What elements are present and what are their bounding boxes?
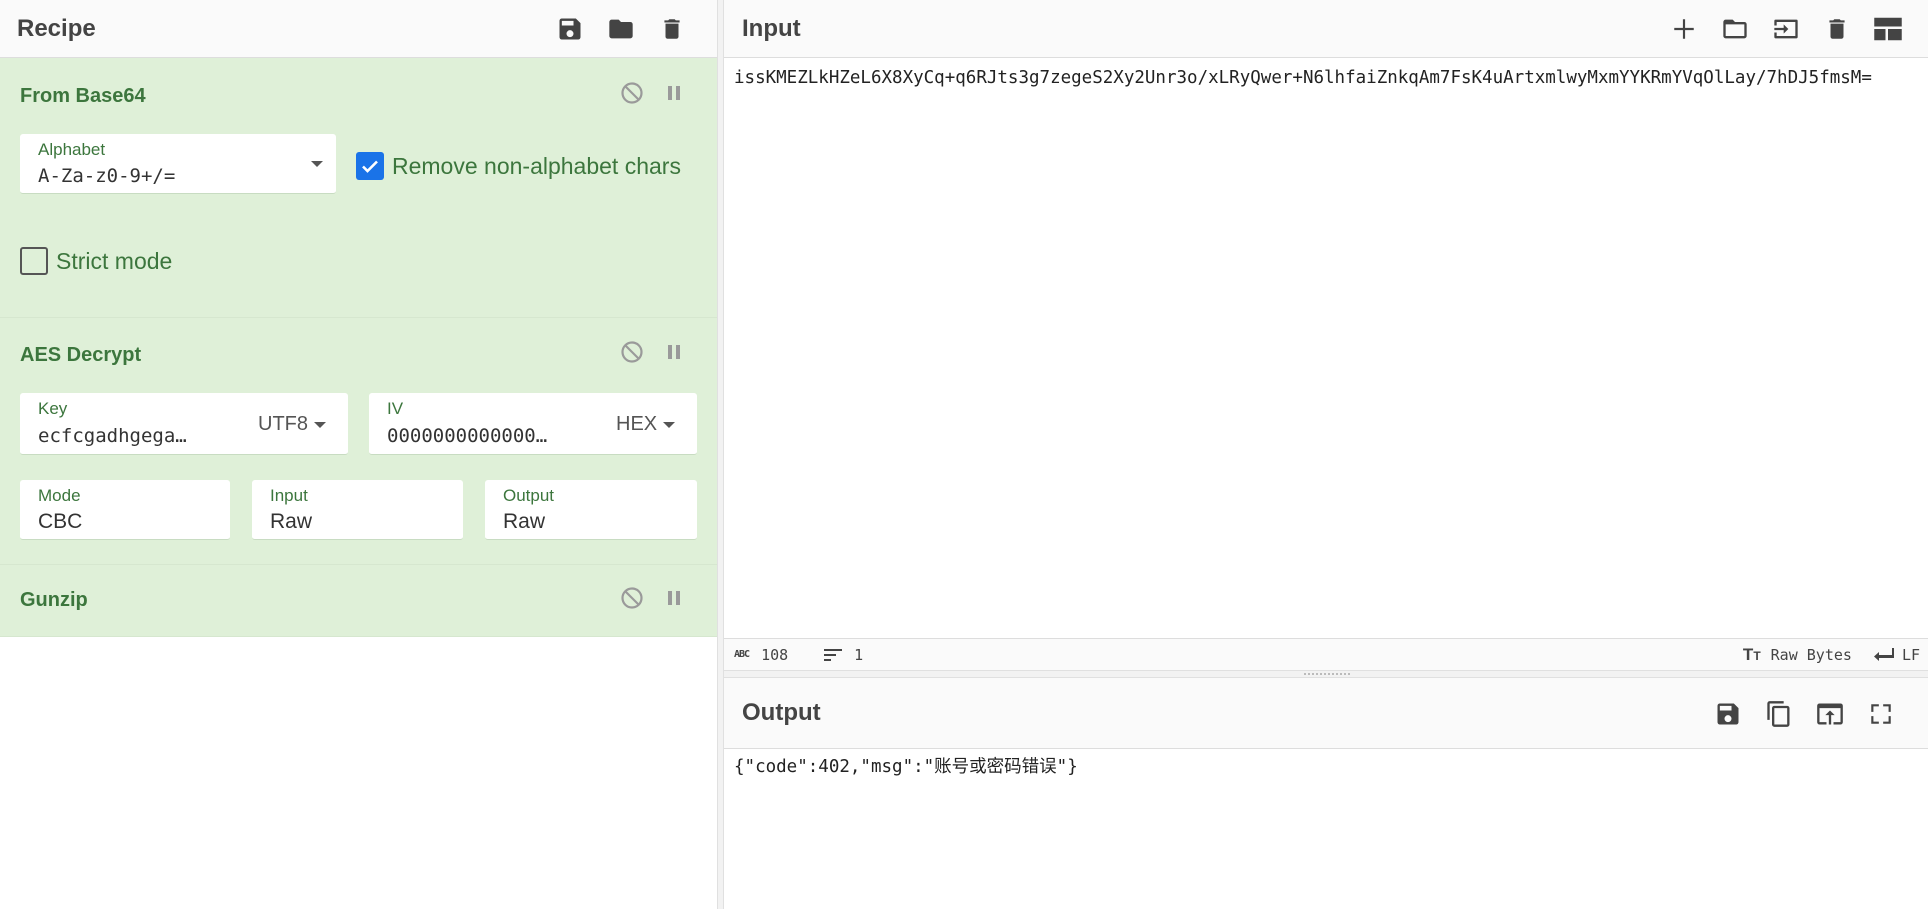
alphabet-value: A-Za-z0-9+/= [38,165,176,187]
disable-icon[interactable] [617,583,647,613]
eol-value: LF [1901,645,1920,664]
maximize-icon[interactable] [1863,696,1899,732]
input-textarea[interactable]: issKMEZLkHZeL6X8XyCq+q6RJts3g7zegeS2Xy2U… [724,63,1928,635]
trash-icon[interactable] [1819,11,1855,47]
chevron-down-icon [314,421,326,428]
input-pane: Input issKMEZLkHZeL6X8XyCq+q6RJts3g7zege… [724,0,1928,638]
checkbox-checked-icon [356,152,384,180]
output-format-select[interactable]: Output Raw [485,480,697,540]
input-format-value: Raw [270,510,313,533]
recipe-toolbar [552,0,690,58]
copy-icon[interactable] [1761,696,1797,732]
input-status-bar: ABC 108 1 TT Raw Bytes LF [724,638,1928,670]
output-format-label: Output [503,486,555,505]
operation-gunzip: Gunzip [0,565,717,637]
disable-icon[interactable] [617,78,647,108]
operation-title: From Base64 [20,85,146,107]
recipe-pane: Recipe From Base64 Alphabet A-Za-z0-9+/=… [0,0,717,909]
save-icon[interactable] [1710,696,1746,732]
input-format-label: Input [270,486,308,505]
output-format-value: Raw [503,510,546,533]
iv-encoding-value: HEX [616,413,658,435]
mode-select[interactable]: Mode CBC [20,480,230,540]
lines-icon [824,648,843,661]
replace-input-icon[interactable] [1812,696,1848,732]
folder-icon[interactable] [1717,11,1753,47]
chevron-down-icon [311,161,323,167]
output-header: Output [724,678,1928,749]
strict-mode-checkbox[interactable]: Strict mode [20,247,172,275]
key-encoding-dropdown[interactable]: UTF8 [258,413,326,436]
text-size-icon: TT [1742,644,1761,664]
remove-non-alphabet-label: Remove non-alphabet chars [392,152,681,179]
chevron-down-icon [663,421,676,428]
length-value: 108 [761,645,789,664]
layout-icon[interactable] [1870,11,1906,47]
output-pane: Output {"code":402,"msg":"账号或密码错误"} [724,678,1928,909]
iv-label: IV [387,399,404,418]
abc-icon: ABC [734,649,750,660]
plus-icon[interactable] [1666,11,1702,47]
return-icon [1873,647,1894,661]
cyberchef-app: Recipe From Base64 Alphabet A-Za-z0-9+/=… [0,0,1928,909]
checkbox-unchecked-icon [20,247,48,275]
operation-title: AES Decrypt [20,344,142,366]
breakpoint-icon[interactable] [659,337,689,367]
trash-icon[interactable] [654,11,690,47]
recipe-title: Recipe [17,14,96,42]
operation-title: Gunzip [20,589,88,611]
strict-mode-label: Strict mode [56,247,173,274]
input-toolbar [1666,0,1906,58]
key-encoding-value: UTF8 [258,413,308,435]
output-textarea[interactable]: {"code":402,"msg":"账号或密码错误"} [724,752,1928,902]
input-format-select[interactable]: Input Raw [252,480,463,540]
lines-indicator: 1 [824,646,863,664]
input-title: Input [742,14,801,42]
input-header: Input [724,0,1928,58]
alphabet-label: Alphabet [38,140,106,159]
splitter-grip [1304,673,1350,676]
operation-from-base64: From Base64 Alphabet A-Za-z0-9+/= Remove… [0,58,717,318]
iv-field[interactable]: IV 0000000000000… HEX [369,393,697,455]
io-splitter-wrap [724,670,1928,678]
lines-value: 1 [854,645,864,664]
iv-encoding-dropdown[interactable]: HEX [616,413,676,436]
key-value: ecfcgadhgega… [38,425,187,447]
output-toolbar [1710,678,1899,749]
folder-open-icon[interactable] [603,11,639,47]
disable-icon[interactable] [617,337,647,367]
horizontal-splitter[interactable] [724,670,1928,678]
key-label: Key [38,399,68,418]
vertical-splitter[interactable] [717,0,724,909]
breakpoint-icon[interactable] [659,78,689,108]
save-icon[interactable] [552,11,588,47]
encoding-value: Raw Bytes [1770,645,1852,664]
output-title: Output [742,699,821,726]
input-status-bar-wrap: ABC 108 1 TT Raw Bytes LF [724,638,1928,670]
eol-indicator[interactable]: LF [1873,645,1920,664]
recipe-header: Recipe [0,0,717,58]
alphabet-select[interactable]: Alphabet A-Za-z0-9+/= [20,134,336,194]
remove-non-alphabet-checkbox[interactable]: Remove non-alphabet chars [356,152,681,180]
mode-label: Mode [38,486,81,505]
operation-aes-decrypt: AES Decrypt Key ecfcgadhgega… UTF8 IV 00… [0,318,717,565]
encoding-indicator[interactable]: TT Raw Bytes [1743,645,1852,665]
mode-value: CBC [38,510,83,533]
length-indicator: ABC 108 [734,646,788,664]
breakpoint-icon[interactable] [659,583,689,613]
iv-value: 0000000000000… [387,425,548,447]
key-field[interactable]: Key ecfcgadhgega… UTF8 [20,393,348,455]
sign-in-icon[interactable] [1768,11,1804,47]
